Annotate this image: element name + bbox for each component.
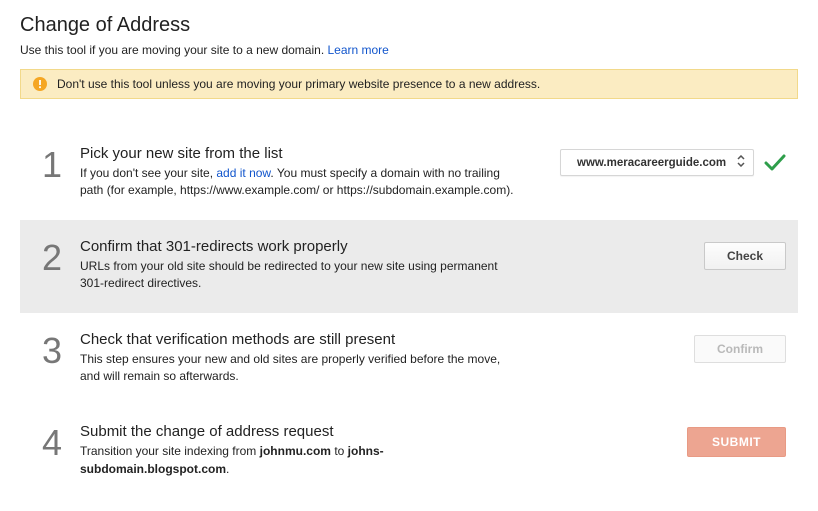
step-description: This step ensures your new and old sites… — [80, 351, 520, 386]
step-description: Transition your site indexing from johnm… — [80, 443, 520, 478]
warning-text: Don't use this tool unless you are movin… — [57, 77, 540, 91]
step-description: URLs from your old site should be redire… — [80, 258, 520, 293]
selected-site-label: www.meracareerguide.com — [577, 157, 726, 169]
step-title: Check that verification methods are stil… — [80, 331, 544, 348]
step4-mid: to — [331, 444, 348, 458]
checkmark-icon — [764, 154, 786, 172]
site-select-dropdown[interactable]: www.meracareerguide.com — [560, 149, 754, 176]
step-description: If you don't see your site, add it now. … — [80, 165, 520, 200]
step-3: 3 Check that verification methods are st… — [20, 313, 798, 406]
confirm-button[interactable]: Confirm — [694, 335, 786, 363]
step4-suffix: . — [226, 462, 229, 476]
warning-icon — [33, 77, 47, 91]
step-title: Confirm that 301-redirects work properly — [80, 238, 544, 255]
check-button[interactable]: Check — [704, 242, 786, 270]
learn-more-link[interactable]: Learn more — [327, 43, 388, 57]
step-2: 2 Confirm that 301-redirects work proper… — [20, 220, 798, 313]
chevron-updown-icon — [737, 155, 745, 170]
step-title: Submit the change of address request — [80, 423, 544, 440]
old-site-name: johnmu.com — [260, 444, 331, 458]
step-4: 4 Submit the change of address request T… — [20, 405, 798, 498]
step-number: 2 — [42, 238, 80, 276]
submit-button[interactable]: SUBMIT — [687, 427, 786, 457]
step-number: 3 — [42, 331, 80, 369]
step-1: 1 Pick your new site from the list If yo… — [20, 127, 798, 220]
step-number: 4 — [42, 423, 80, 461]
warning-banner: Don't use this tool unless you are movin… — [20, 69, 798, 99]
subtitle-text: Use this tool if you are moving your sit… — [20, 43, 327, 57]
step4-prefix: Transition your site indexing from — [80, 444, 260, 458]
page-title: Change of Address — [20, 14, 798, 37]
page-subtitle: Use this tool if you are moving your sit… — [20, 43, 798, 57]
step-number: 1 — [42, 145, 80, 183]
step1-desc-before: If you don't see your site, — [80, 166, 216, 180]
add-site-link[interactable]: add it now — [216, 166, 270, 180]
step-title: Pick your new site from the list — [80, 145, 544, 162]
